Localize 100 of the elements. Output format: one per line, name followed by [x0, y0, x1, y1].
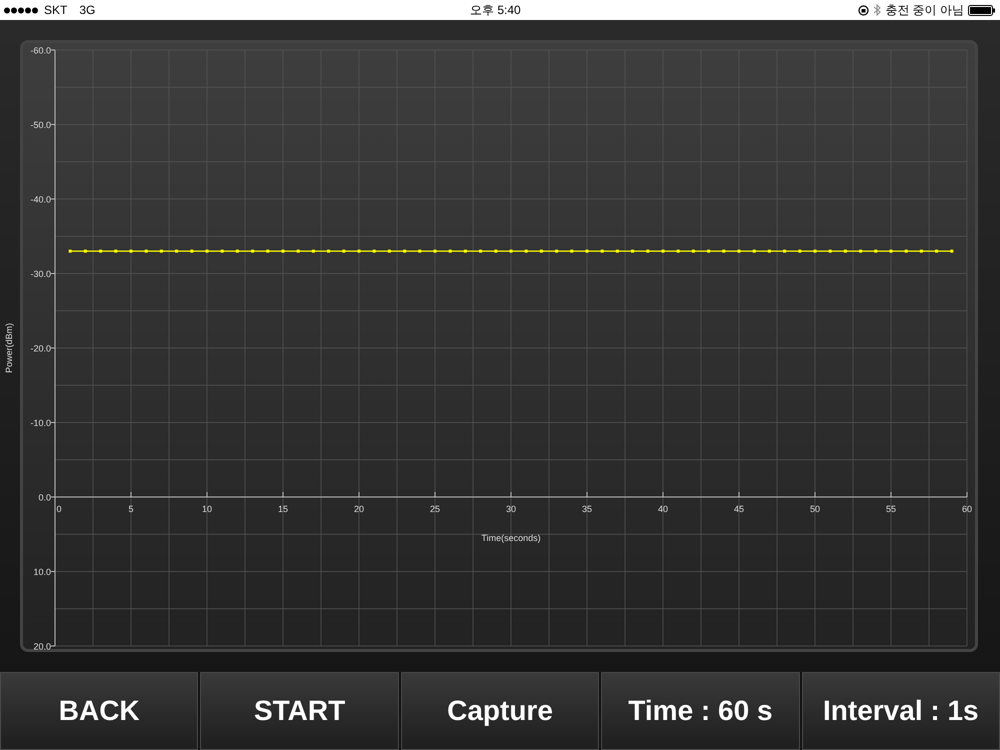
data-point [631, 250, 634, 253]
x-tick-label: 20 [354, 504, 364, 514]
tick-mark [50, 124, 56, 125]
data-point [692, 250, 695, 253]
data-point [510, 250, 512, 253]
data-point [84, 250, 87, 253]
x-tick-label: 25 [430, 504, 440, 514]
data-point [950, 250, 954, 253]
y-tick-label: 0.0 [38, 492, 51, 502]
data-point [312, 250, 315, 253]
data-point [540, 250, 543, 253]
data-point [662, 250, 664, 253]
tick-mark [358, 492, 360, 498]
tick-mark [434, 492, 436, 498]
data-point [768, 250, 771, 253]
data-point [130, 250, 132, 253]
tick-mark [586, 492, 588, 498]
data-point [798, 250, 802, 253]
data-point [616, 250, 619, 253]
data-point [190, 250, 194, 253]
network-type: 3G [79, 2, 96, 19]
data-point [327, 250, 330, 253]
data-point [236, 250, 239, 253]
y-axis-title: Power(dBm) [4, 323, 14, 373]
tick-mark [814, 492, 816, 498]
data-point [752, 250, 756, 253]
x-tick-label: 45 [734, 504, 744, 514]
data-point [448, 250, 452, 253]
data-point [144, 250, 148, 253]
data-point [524, 250, 528, 253]
y-tick-label: -60.0 [30, 46, 51, 56]
data-point [296, 250, 300, 253]
battery-icon [968, 4, 996, 16]
x-tick-label: 35 [582, 504, 592, 514]
data-point [403, 250, 406, 253]
y-tick-label: -10.0 [30, 418, 51, 428]
data-point [282, 250, 284, 253]
data-point [206, 250, 208, 253]
tick-mark [282, 492, 284, 498]
data-point [555, 250, 558, 253]
tick-mark [50, 571, 56, 572]
carrier-name: SKT [44, 2, 68, 19]
data-point [160, 250, 163, 253]
tick-mark [890, 492, 892, 498]
y-tick-label: -30.0 [30, 269, 51, 279]
x-axis-title: Time(seconds) [481, 533, 541, 543]
data-point [874, 250, 878, 253]
y-tick-label: 10.0 [33, 567, 51, 577]
data-point [68, 250, 72, 253]
bluetooth-icon [873, 4, 882, 16]
toolbar-button[interactable]: BACK [0, 672, 198, 750]
signal-icon [4, 6, 40, 14]
toolbar-button[interactable]: Capture [400, 672, 600, 750]
clock: 오후 5:40 [470, 2, 521, 19]
toolbar-button[interactable]: Interval : 1s [802, 672, 1000, 750]
tick-mark [50, 273, 56, 274]
x-tick-label: 50 [810, 504, 820, 514]
data-point [859, 250, 862, 253]
x-tick-label: 30 [506, 504, 516, 514]
data-point [890, 250, 892, 253]
x-tick-label: 15 [278, 504, 288, 514]
data-point [586, 250, 588, 253]
x-tick-label: 55 [886, 504, 896, 514]
tick-mark [50, 422, 56, 423]
data-point [175, 250, 178, 253]
data-point [844, 250, 847, 253]
data-point [570, 250, 574, 253]
x-tick-label: 0 [56, 504, 62, 514]
data-point [722, 250, 726, 253]
y-tick-label: -40.0 [30, 194, 51, 204]
data-point [251, 250, 254, 253]
tick-mark [738, 492, 740, 498]
data-point [388, 250, 391, 253]
tick-mark [50, 198, 56, 200]
y-tick-label: -50.0 [30, 120, 51, 130]
tick-mark [662, 492, 664, 498]
data-point [358, 250, 360, 253]
data-point [418, 250, 422, 253]
toolbar-button[interactable]: START [200, 672, 399, 750]
data-point [434, 250, 436, 253]
toolbar-button[interactable]: Time : 60 s [601, 672, 800, 750]
data-point [372, 250, 376, 253]
x-tick-label: 40 [658, 504, 668, 514]
tick-mark [966, 492, 968, 498]
data-point [114, 250, 118, 253]
data-point [707, 250, 710, 253]
data-point [479, 250, 482, 253]
tick-mark [130, 492, 132, 498]
data-point [464, 250, 467, 253]
tick-mark [510, 492, 512, 498]
x-tick-label: 10 [202, 504, 212, 514]
tick-mark [206, 492, 208, 498]
data-point [266, 250, 270, 253]
data-point [738, 250, 740, 253]
data-point [814, 250, 816, 253]
data-point [494, 250, 498, 253]
data-point [935, 250, 938, 253]
charging-status: 충전 중이 아님 [885, 2, 964, 19]
data-point [783, 250, 786, 253]
data-point [220, 250, 224, 253]
